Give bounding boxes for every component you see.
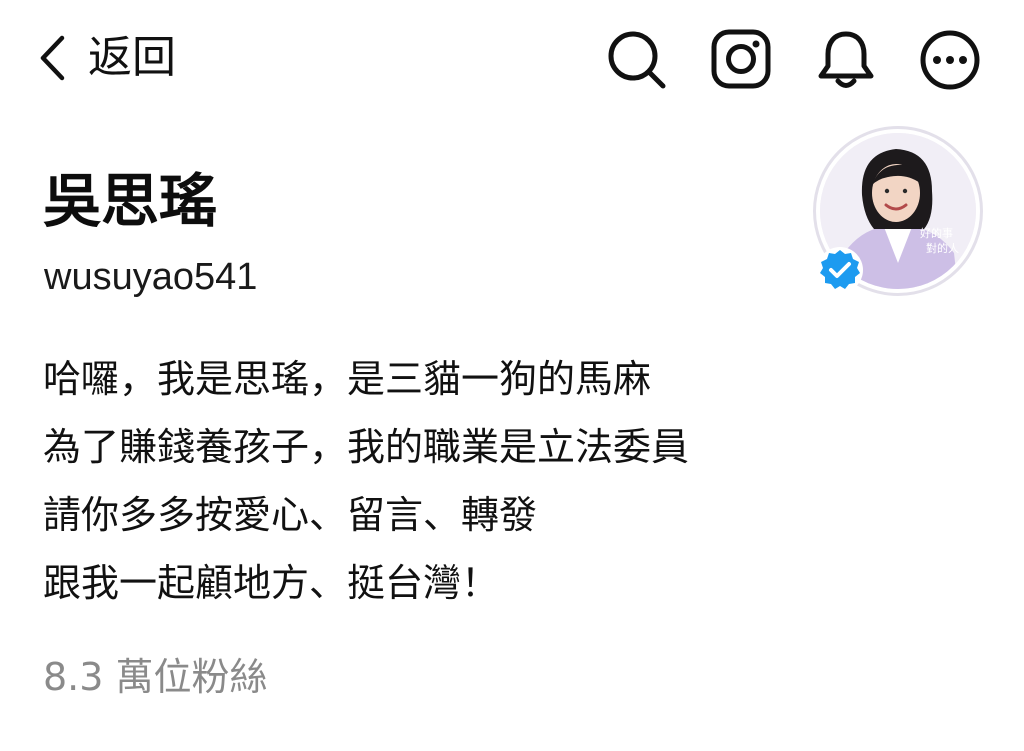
back-label: 返回 [88,32,176,83]
profile-display-name: 吳思瑤 [43,167,218,235]
instagram-icon [710,28,774,92]
bio-line: 哈囉，我是思瑤，是三貓一狗的馬麻 [43,357,652,401]
bell-icon [814,28,878,92]
avatar-overlay-line-1: 好的事 [920,226,953,240]
instagram-button[interactable] [710,28,774,92]
profile-username: wusuyao541 [44,256,258,298]
search-icon [605,28,669,92]
bio-line: 為了賺錢養孩子，我的職業是立法委員 [43,425,690,469]
more-options-button[interactable] [918,28,982,92]
back-button[interactable]: 返回 [38,26,176,90]
avatar-overlay-line-2: 對的人 [926,241,959,255]
top-navigation-bar: 返回 [0,0,1024,118]
followers-count[interactable]: 8.3 萬位粉絲 [43,658,268,696]
more-options-icon [918,28,982,92]
bio-line: 請你多多按愛心、留言、轉發 [43,493,538,537]
chevron-left-icon [38,35,66,81]
notifications-button[interactable] [814,28,878,92]
profile-bio: 哈囉，我是思瑤，是三貓一狗的馬麻 為了賺錢養孩子，我的職業是立法委員 請你多多按… [43,345,689,617]
profile-avatar[interactable]: 好的事 對的人 [813,126,983,296]
verified-badge-icon [816,246,864,294]
search-button[interactable] [605,28,669,92]
bio-line: 跟我一起顧地方、挺台灣！ [43,561,500,605]
